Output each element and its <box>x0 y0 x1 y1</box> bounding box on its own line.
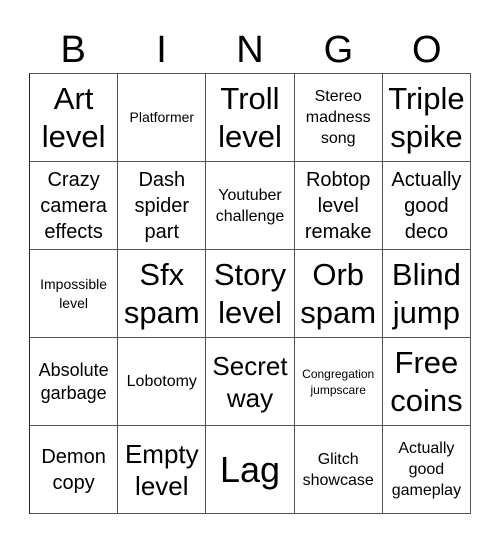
bingo-cell[interactable]: Dash spider part <box>118 162 207 250</box>
cell-text: Robtop level remake <box>304 168 372 243</box>
cell-text: Triple spike <box>388 80 465 154</box>
cell-text: Dash spider part <box>134 168 190 243</box>
cell-text: Story level <box>213 256 287 330</box>
bingo-grid: Art level Platformer Troll level Stereo … <box>29 73 471 514</box>
bingo-cell[interactable]: Secret way <box>206 338 295 426</box>
cell-text: Blind jump <box>391 256 461 330</box>
cell-text: Lobotomy <box>126 373 197 390</box>
cell-text: Orb spam <box>300 256 377 330</box>
bingo-cell[interactable]: Actually good gameplay <box>382 426 471 514</box>
bingo-cell[interactable]: Glitch showcase <box>294 426 383 514</box>
bingo-cell[interactable]: Empty level <box>118 426 207 514</box>
cell-text: Stereo madness song <box>305 88 371 147</box>
bingo-cell[interactable]: Stereo madness song <box>294 74 383 162</box>
cell-text: Impossible level <box>40 275 108 311</box>
bingo-cell[interactable]: Story level <box>206 250 295 338</box>
bingo-header: B I N G O <box>29 28 471 73</box>
header-letter-o: O <box>411 29 442 71</box>
bingo-cell[interactable]: Crazy camera effects <box>30 162 119 250</box>
bingo-cell[interactable]: Sfx spam <box>118 250 207 338</box>
bingo-cell[interactable]: Art level <box>30 74 119 162</box>
cell-text: Absolute garbage <box>38 359 109 403</box>
cell-text: Demon copy <box>41 445 106 494</box>
bingo-cell[interactable]: Orb spam <box>294 250 383 338</box>
header-letter-i: I <box>156 29 167 71</box>
cell-text: Actually good gameplay <box>391 440 462 499</box>
bingo-cell[interactable]: Free coins <box>382 338 471 426</box>
bingo-cell[interactable]: Absolute garbage <box>30 338 119 426</box>
bingo-cell[interactable]: Youtuber challenge <box>206 162 295 250</box>
header-letter-g: G <box>323 29 354 71</box>
cell-text: Actually good deco <box>391 168 462 243</box>
bingo-cell[interactable]: Impossible level <box>30 250 119 338</box>
cell-text: Sfx spam <box>123 256 200 330</box>
cell-text: Glitch showcase <box>302 450 374 489</box>
cell-text: Art level <box>41 80 106 154</box>
bingo-cell[interactable]: Lobotomy <box>118 338 207 426</box>
header-letter-b: B <box>60 29 86 71</box>
cell-text: Platformer <box>129 109 195 125</box>
cell-text: Congregation jumpscare <box>302 366 375 397</box>
cell-text: Youtuber challenge <box>215 186 285 225</box>
cell-text: Empty level <box>124 438 199 501</box>
cell-text: Crazy camera effects <box>40 168 107 243</box>
header-letter-n: N <box>236 29 264 71</box>
bingo-cell[interactable]: Platformer <box>118 74 207 162</box>
bingo-cell[interactable]: Blind jump <box>382 250 471 338</box>
cell-text: Free coins <box>390 344 463 418</box>
bingo-cell[interactable]: Troll level <box>206 74 295 162</box>
bingo-cell[interactable]: Demon copy <box>30 426 119 514</box>
bingo-cell[interactable]: Actually good deco <box>382 162 471 250</box>
bingo-cell[interactable]: Congregation jumpscare <box>294 338 383 426</box>
bingo-cell[interactable]: Lag <box>206 426 295 514</box>
cell-text: Troll level <box>218 80 282 154</box>
bingo-cell[interactable]: Triple spike <box>382 74 471 162</box>
bingo-cell[interactable]: Robtop level remake <box>294 162 383 250</box>
cell-text: Secret way <box>212 350 288 413</box>
cell-text: Lag <box>219 448 281 490</box>
